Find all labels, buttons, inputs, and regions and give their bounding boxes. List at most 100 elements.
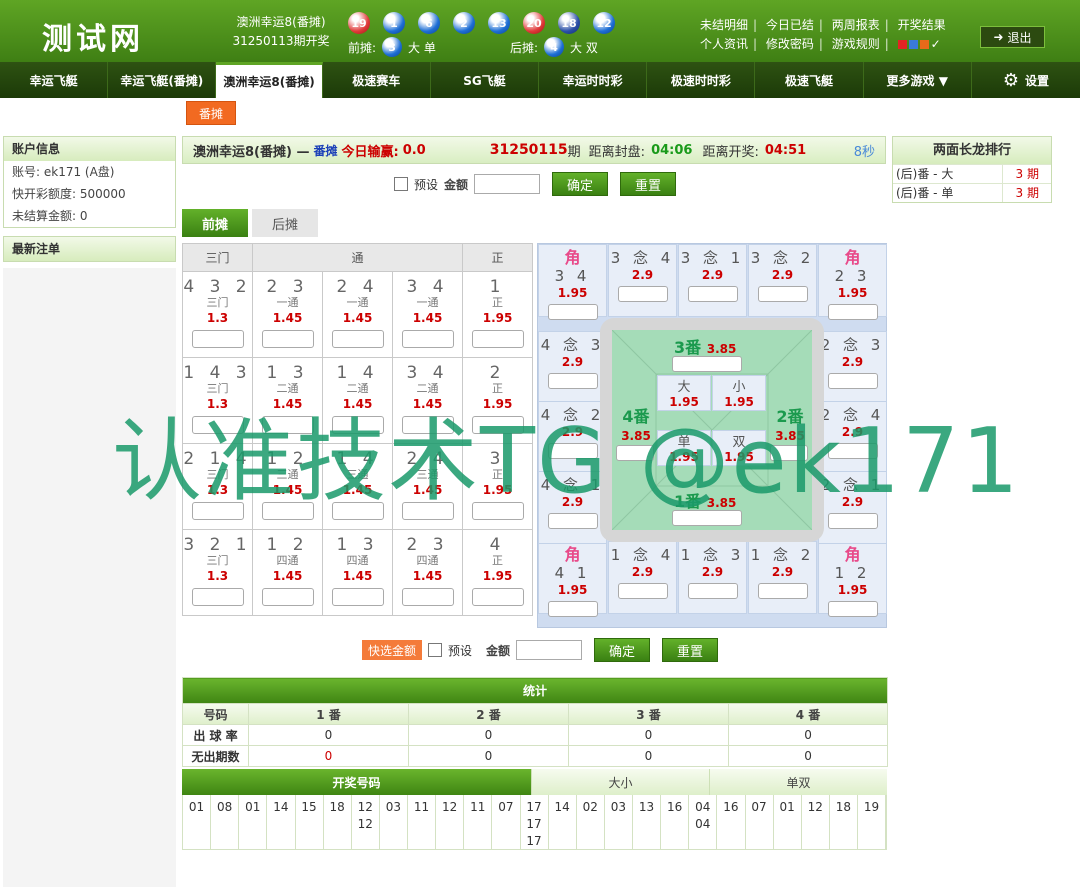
jiao-cell[interactable]: 角1 2 1.95	[818, 541, 887, 617]
bet-big[interactable]: 大 1.95	[657, 375, 711, 411]
amount-input-bottom[interactable]	[516, 640, 583, 660]
nian-cell[interactable]: 4 念 3 2.9	[538, 331, 607, 404]
jiao-cell[interactable]: 角3 4 1.95	[538, 244, 607, 320]
bet-cell[interactable]: 4 3 2 三门 1.3	[182, 271, 253, 358]
fan-1-input[interactable]	[672, 510, 742, 526]
cell-amount-input[interactable]	[547, 601, 598, 617]
bet-amount-input[interactable]	[331, 330, 384, 348]
jiao-cell[interactable]: 角4 1 1.95	[538, 541, 607, 617]
bet-amount-input[interactable]	[261, 502, 314, 520]
bet-cell[interactable]: 2 4 三通 1.45	[391, 443, 464, 530]
tab-big-small[interactable]: 大小	[531, 769, 709, 795]
bet-amount-input[interactable]	[331, 416, 384, 434]
bet-amount-input[interactable]	[401, 502, 454, 520]
bet-cell[interactable]: 1 正 1.95	[462, 271, 534, 358]
recent-bets-title[interactable]: 最新注单	[4, 237, 175, 261]
nian-cell[interactable]: 2 念 1 2.9	[818, 471, 887, 544]
bet-amount-input[interactable]	[331, 502, 384, 520]
nian-cell[interactable]: 3 念 4 2.9	[608, 244, 677, 317]
bet-amount-input[interactable]	[471, 416, 524, 434]
cell-amount-input[interactable]	[687, 286, 738, 302]
fan-3-input[interactable]	[672, 356, 742, 372]
nian-cell[interactable]: 4 念 1 2.9	[538, 471, 607, 544]
bet-amount-input[interactable]	[261, 416, 314, 434]
fan-4[interactable]: 4番 3.85	[616, 408, 656, 445]
nian-cell[interactable]: 3 念 1 2.9	[678, 244, 747, 317]
link-draw-results[interactable]: 开奖结果	[898, 18, 946, 32]
nian-cell[interactable]: 4 念 2 2.9	[538, 401, 607, 474]
tab-odd-even[interactable]: 单双	[709, 769, 887, 795]
cell-amount-input[interactable]	[547, 443, 598, 459]
fan-2[interactable]: 2番 3.85	[770, 408, 810, 445]
cell-amount-input[interactable]	[827, 443, 878, 459]
bet-cell[interactable]: 3 正 1.95	[462, 443, 534, 530]
bet-cell[interactable]: 1 3 二通 1.45	[252, 357, 323, 444]
bet-amount-input[interactable]	[331, 588, 384, 606]
bet-amount-input[interactable]	[401, 416, 454, 434]
nav-item-5[interactable]: 幸运时时彩	[539, 62, 648, 98]
bet-cell[interactable]: 3 4 二通 1.45	[391, 357, 464, 444]
theme-red-swatch[interactable]	[897, 40, 907, 49]
fan-4-input[interactable]	[616, 445, 654, 461]
link-profile[interactable]: 个人资讯	[700, 37, 748, 51]
logout-button[interactable]: ➜ 退出	[980, 26, 1045, 48]
nav-item-3[interactable]: 极速赛车	[323, 62, 431, 98]
nav-item-4[interactable]: SG飞艇	[431, 62, 540, 98]
bet-cell[interactable]: 1 4 二通 1.45	[322, 357, 393, 444]
bet-even[interactable]: 双 1.95	[712, 430, 766, 466]
bet-cell[interactable]: 1 4 三通 1.45	[322, 443, 393, 530]
bet-amount-input[interactable]	[401, 588, 454, 606]
bet-cell[interactable]: 4 正 1.95	[462, 529, 534, 616]
nian-cell[interactable]: 1 念 4 2.9	[608, 541, 677, 614]
bet-amount-input[interactable]	[471, 502, 524, 520]
bet-amount-input[interactable]	[401, 330, 454, 348]
cell-amount-input[interactable]	[547, 304, 598, 320]
bet-amount-input[interactable]	[191, 502, 244, 520]
cell-amount-input[interactable]	[687, 583, 738, 599]
link-change-password[interactable]: 修改密码	[766, 37, 814, 51]
bet-cell[interactable]: 2 正 1.95	[462, 357, 534, 444]
nav-item-6[interactable]: 极速时时彩	[647, 62, 756, 98]
cell-amount-input[interactable]	[547, 373, 598, 389]
theme-blue-swatch[interactable]	[908, 40, 918, 49]
nian-cell[interactable]: 2 念 3 2.9	[818, 331, 887, 404]
bet-amount-input[interactable]	[191, 330, 244, 348]
nian-cell[interactable]: 2 念 4 2.9	[818, 401, 887, 474]
bet-small[interactable]: 小 1.95	[712, 375, 766, 411]
bet-cell[interactable]: 2 1 4 三门 1.3	[182, 443, 253, 530]
nav-item-1[interactable]: 幸运飞艇(番摊)	[108, 62, 217, 98]
cell-amount-input[interactable]	[617, 286, 668, 302]
link-two-week-report[interactable]: 两周报表	[832, 18, 880, 32]
bet-cell[interactable]: 3 4 一通 1.45	[391, 271, 464, 358]
preset-checkbox[interactable]	[394, 177, 408, 191]
reset-button-bottom[interactable]: 重置	[662, 638, 719, 662]
bet-cell[interactable]: 2 3 一通 1.45	[252, 271, 323, 358]
bet-odd[interactable]: 单 1.95	[657, 430, 711, 466]
reset-button[interactable]: 重置	[620, 172, 677, 196]
bet-cell[interactable]: 3 2 1 三门 1.3	[182, 529, 253, 616]
bet-cell[interactable]: 2 4 一通 1.45	[322, 271, 393, 358]
settings-button[interactable]: ⚙ 设置	[972, 62, 1080, 98]
nav-item-7[interactable]: 极速飞艇	[755, 62, 864, 98]
nian-cell[interactable]: 1 念 2 2.9	[748, 541, 817, 614]
refresh-countdown[interactable]: 8秒	[854, 141, 875, 160]
link-unsettled[interactable]: 未结明细	[700, 18, 748, 32]
cell-amount-input[interactable]	[617, 583, 668, 599]
cell-amount-input[interactable]	[547, 513, 598, 529]
bet-cell[interactable]: 1 2 三通 1.45	[252, 443, 323, 530]
theme-orange-swatch[interactable]	[919, 40, 929, 49]
cell-amount-input[interactable]	[757, 286, 808, 302]
bet-cell[interactable]: 1 3 四通 1.45	[322, 529, 393, 616]
confirm-button-bottom[interactable]: 确定	[594, 638, 651, 662]
jiao-cell[interactable]: 角2 3 1.95	[818, 244, 887, 320]
cell-amount-input[interactable]	[827, 513, 878, 529]
bet-amount-input[interactable]	[191, 416, 244, 434]
amount-input[interactable]	[474, 174, 541, 194]
bet-cell[interactable]: 1 2 四通 1.45	[252, 529, 323, 616]
cell-amount-input[interactable]	[757, 583, 808, 599]
tab-back[interactable]: 后摊	[252, 209, 318, 237]
link-game-rules[interactable]: 游戏规则	[832, 37, 880, 51]
tab-draw-numbers[interactable]: 开奖号码	[182, 769, 531, 795]
nav-item-8[interactable]: 更多游戏 ▼	[864, 62, 972, 98]
cell-amount-input[interactable]	[827, 373, 878, 389]
